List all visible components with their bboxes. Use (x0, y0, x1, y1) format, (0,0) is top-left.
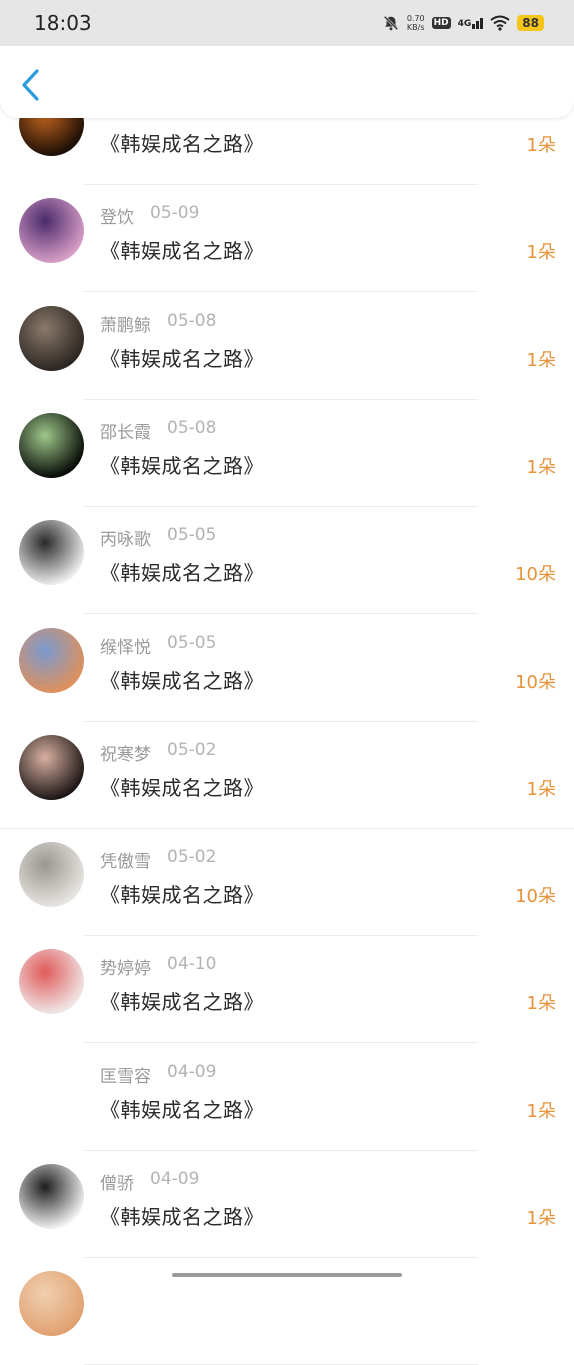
bell-muted-icon (383, 15, 399, 31)
avatar[interactable] (19, 305, 84, 371)
book-title: 《韩娱成名之路》 (100, 990, 264, 1015)
status-bar: 18:03 0.70 KB/s HD 4G 88 (0, 0, 574, 46)
avatar[interactable] (19, 412, 84, 478)
book-title: 《韩娱成名之路》 (100, 1205, 264, 1229)
avatar[interactable] (19, 198, 84, 264)
network-speed-unit: KB/s (406, 23, 425, 32)
list-item[interactable]: 凭傲雪 05-02 《韩娱成名之路》 10朵 (0, 829, 574, 937)
avatar[interactable] (19, 734, 84, 800)
book-title: 《韩娱成名之路》 (100, 883, 264, 908)
user-name: 丙咏歌 (100, 530, 151, 551)
flower-count: 1朵 (526, 242, 556, 264)
flower-count: 1朵 (526, 456, 556, 478)
avatar[interactable] (19, 842, 84, 908)
user-name: 僧骄 (100, 1174, 134, 1194)
user-name: 匡雪容 (100, 1066, 151, 1087)
list-item[interactable]: 萧鹏鲸 05-08 《韩娱成名之路》 1朵 (0, 293, 574, 400)
list-item[interactable]: 邵长霞 05-08 《韩娱成名之路》 1朵 (0, 400, 574, 507)
flower-count: 1朵 (526, 1100, 556, 1122)
reward-date: 05-02 (167, 847, 217, 868)
book-title: 《韩娱成名之路》 (100, 239, 264, 264)
reward-date: 05-05 (167, 632, 217, 653)
flower-count: 1朵 (526, 135, 556, 156)
user-name: 祝寒梦 (100, 744, 151, 765)
list-item[interactable]: 登饮 05-09 《韩娱成名之路》 1朵 (0, 185, 574, 293)
user-name: 邵长霞 (100, 422, 151, 443)
reward-date: 04-10 (167, 954, 217, 975)
user-name: 凭傲雪 (100, 852, 151, 873)
flower-count: 10朵 (515, 564, 556, 586)
network-type: 4G (457, 18, 472, 29)
flower-count: 1朵 (526, 349, 556, 371)
user-name: 势婷婷 (100, 959, 151, 980)
book-title: 《韩娱成名之路》 (100, 132, 264, 156)
flower-count: 1朵 (526, 778, 556, 800)
list-item[interactable]: 势婷婷 04-10 《韩娱成名之路》 1朵 (0, 936, 574, 1044)
flower-count: 10朵 (515, 886, 556, 908)
signal-bar (472, 23, 476, 29)
top-navigation-bar (0, 46, 574, 118)
book-title: 《韩娱成名之路》 (100, 453, 264, 478)
list-item[interactable]: 祝寒梦 05-02 《韩娱成名之路》 1朵 (0, 722, 574, 829)
book-title: 《韩娱成名之路》 (100, 775, 264, 800)
network-speed-value: 0.70 (406, 14, 425, 23)
avatar[interactable] (19, 1271, 84, 1337)
flower-count: 1朵 (526, 1208, 556, 1229)
battery-indicator: 88 (517, 15, 544, 31)
list-item[interactable]: 僧骄 04-09 《韩娱成名之路》 1朵 (0, 1151, 574, 1258)
reward-date: 05-08 (167, 417, 217, 438)
list-item[interactable]: 丙咏歌 05-05 《韩娱成名之路》 10朵 (0, 507, 574, 615)
wifi-icon (490, 15, 510, 31)
avatar[interactable] (19, 1056, 84, 1122)
reward-date: 05-02 (167, 739, 217, 760)
back-button[interactable] (14, 68, 48, 102)
status-time: 18:03 (34, 11, 92, 35)
book-title: 《韩娱成名之路》 (100, 346, 264, 371)
book-title: 《韩娱成名之路》 (100, 1097, 264, 1122)
list-item[interactable]: 缑怿悦 05-05 《韩娱成名之路》 10朵 (0, 615, 574, 722)
avatar[interactable] (19, 520, 84, 586)
flower-count: 1朵 (526, 993, 556, 1015)
reward-date: 05-09 (150, 203, 200, 224)
avatar[interactable] (19, 949, 84, 1015)
signal-bar (476, 20, 480, 29)
reward-date: 04-09 (167, 1061, 217, 1082)
user-name: 萧鹏鲸 (100, 315, 151, 336)
chevron-left-icon (22, 69, 39, 101)
user-name: 登饮 (100, 208, 134, 229)
status-icons: 0.70 KB/s HD 4G 88 (382, 12, 544, 34)
home-indicator[interactable] (172, 1273, 402, 1277)
reward-date: 04-09 (150, 1169, 200, 1189)
avatar[interactable] (19, 627, 84, 693)
avatar[interactable] (19, 1164, 84, 1229)
signal-bar (480, 17, 484, 29)
flower-count: 10朵 (515, 671, 556, 693)
book-title: 《韩娱成名之路》 (100, 561, 264, 586)
book-title: 《韩娱成名之路》 (100, 668, 264, 693)
reward-date: 05-05 (167, 525, 217, 546)
signal-indicator: 4G (457, 17, 484, 29)
reward-date: 05-08 (167, 310, 217, 331)
network-speed: 0.70 KB/s (407, 14, 425, 32)
list-item[interactable]: 匡雪容 04-09 《韩娱成名之路》 1朵 (0, 1044, 574, 1151)
user-name: 缑怿悦 (100, 637, 151, 658)
hd-badge: HD (431, 17, 451, 29)
